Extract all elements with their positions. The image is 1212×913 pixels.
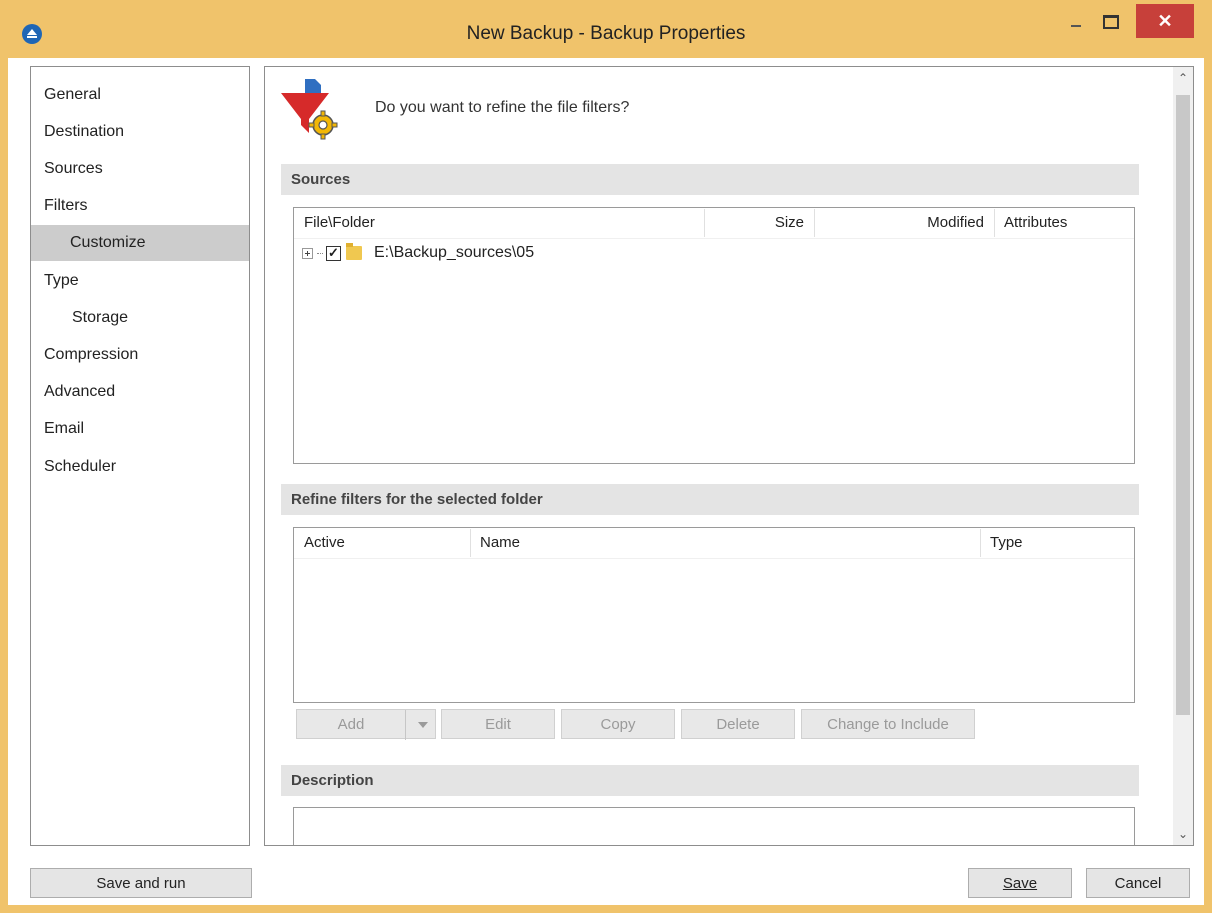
sources-tree-grid[interactable]: File\Folder Size Modified Attributes ✓ E… (293, 207, 1135, 464)
dialog-client-area: General Destination Sources Filters Cust… (8, 58, 1204, 905)
copy-button[interactable]: Copy (561, 709, 675, 739)
refine-filters-grid[interactable]: Active Name Type (293, 527, 1135, 703)
add-split-button[interactable]: Add (296, 709, 438, 740)
minimize-icon (1071, 25, 1081, 27)
folder-icon (346, 243, 362, 260)
refine-section-header: Refine filters for the selected folder (281, 484, 1139, 515)
col-active[interactable]: Active (294, 528, 470, 558)
col-name[interactable]: Name (470, 528, 980, 558)
col-modified[interactable]: Modified (814, 208, 994, 238)
filter-gear-icon (281, 79, 338, 140)
nav-item-advanced[interactable]: Advanced (31, 374, 262, 410)
save-button-label: Save (1002, 875, 1038, 892)
nav-item-storage[interactable]: Storage (31, 300, 290, 336)
save-button[interactable]: Save (968, 868, 1072, 898)
col-size[interactable]: Size (704, 208, 814, 238)
col-type[interactable]: Type (980, 528, 1130, 558)
nav-item-email[interactable]: Email (31, 411, 262, 447)
nav-item-scheduler[interactable]: Scheduler (31, 449, 262, 485)
filter-toolbar: Add Edit Copy Delete Change to Include (296, 709, 996, 740)
add-button-label: Add (337, 716, 365, 733)
backup-properties-window: New Backup - Backup Properties ✕ General… (0, 0, 1212, 913)
nav-item-filters[interactable]: Filters (31, 188, 262, 224)
nav-item-customize[interactable]: Customize (31, 225, 249, 261)
change-to-include-button[interactable]: Change to Include (801, 709, 975, 739)
customize-panel: Do you want to refine the file filters? … (264, 66, 1194, 846)
col-file-folder[interactable]: File\Folder (294, 208, 704, 238)
scroll-thumb[interactable] (1176, 95, 1190, 715)
nav-item-compression[interactable]: Compression (31, 337, 262, 373)
source-checkbox[interactable]: ✓ (326, 245, 341, 261)
expand-icon[interactable] (302, 247, 313, 259)
source-path: E:\Backup_sources\05 (374, 244, 535, 261)
edit-button[interactable]: Edit (441, 709, 555, 739)
close-icon: ✕ (1157, 10, 1173, 31)
description-section-header: Description (281, 765, 1139, 796)
vertical-scrollbar[interactable]: ⌃ ⌄ (1173, 67, 1193, 845)
col-attributes[interactable]: Attributes (994, 208, 1124, 238)
nav-item-destination[interactable]: Destination (31, 114, 262, 150)
header-divider (294, 238, 1134, 239)
minimize-button[interactable] (1060, 4, 1092, 40)
tree-row[interactable]: ✓ E:\Backup_sources\05 (302, 242, 534, 264)
window-title: New Backup - Backup Properties (466, 23, 746, 44)
header-divider (294, 558, 1134, 559)
scroll-up-icon[interactable]: ⌃ (1173, 67, 1193, 89)
maximize-button[interactable] (1094, 4, 1128, 40)
maximize-icon (1103, 15, 1119, 29)
nav-item-type[interactable]: Type (31, 263, 262, 299)
close-button[interactable]: ✕ (1136, 4, 1194, 38)
scroll-down-icon[interactable]: ⌄ (1173, 823, 1193, 845)
add-dropdown-icon[interactable] (405, 710, 438, 740)
delete-button[interactable]: Delete (681, 709, 795, 739)
sources-section-header: Sources (281, 164, 1139, 195)
page-question: Do you want to refine the file filters? (375, 99, 630, 116)
title-bar: New Backup - Backup Properties ✕ (0, 0, 1212, 58)
save-and-run-button[interactable]: Save and run (30, 868, 252, 898)
settings-navigation: General Destination Sources Filters Cust… (30, 66, 250, 846)
tree-line (317, 252, 323, 254)
nav-item-general[interactable]: General (31, 77, 262, 113)
nav-item-sources[interactable]: Sources (31, 151, 262, 187)
cancel-button[interactable]: Cancel (1086, 868, 1190, 898)
description-field[interactable] (293, 807, 1135, 845)
